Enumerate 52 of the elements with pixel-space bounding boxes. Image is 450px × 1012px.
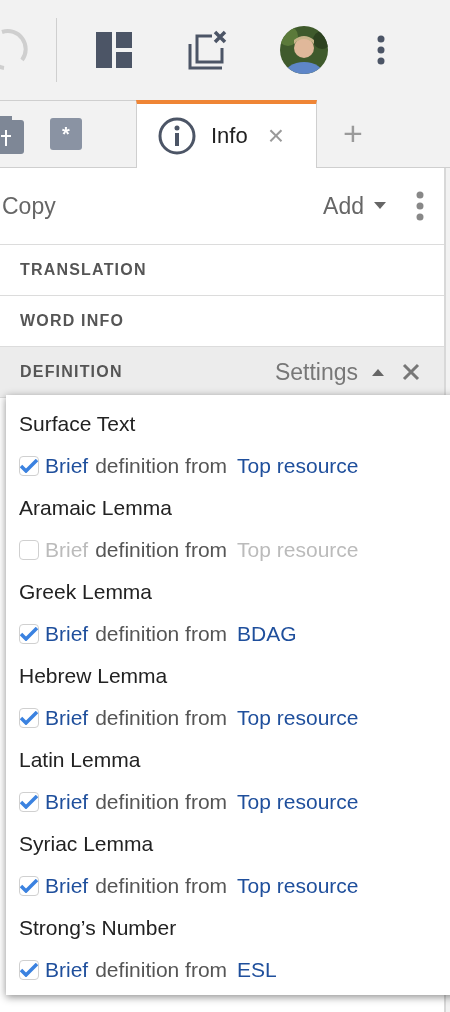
source-link[interactable]: Top resource	[237, 706, 359, 730]
caret-icon[interactable]	[374, 202, 386, 210]
option-label: definition from	[95, 538, 228, 562]
option-label: definition from	[95, 706, 228, 730]
brief-label: Brief	[45, 454, 89, 478]
checkbox[interactable]	[19, 708, 39, 728]
caret-icon[interactable]	[372, 368, 384, 376]
section-title: TRANSLATION	[20, 261, 148, 279]
source-link[interactable]: ESL	[237, 958, 277, 982]
copy-button[interactable]: Copy	[2, 192, 56, 220]
menu-heading: Hebrew Lemma	[19, 663, 168, 689]
close-icon[interactable]	[402, 363, 420, 381]
layout-icon[interactable]	[96, 32, 132, 68]
checkbox[interactable]	[19, 456, 39, 476]
source-link[interactable]: Top resource	[237, 874, 359, 898]
brief-label: Brief	[45, 790, 89, 814]
menu-heading: Greek Lemma	[19, 579, 153, 605]
menu-heading: Latin Lemma	[19, 747, 141, 773]
option-label: definition from	[95, 958, 228, 982]
menu-heading: Syriac Lemma	[19, 831, 154, 857]
info-tab[interactable]: Info ×	[136, 100, 317, 168]
menu-heading: Strong’s Number	[19, 915, 177, 941]
checkbox[interactable]	[19, 960, 39, 980]
brief-label: Brief	[45, 706, 89, 730]
checkbox[interactable]	[19, 540, 39, 560]
source-link[interactable]: Top resource	[237, 790, 359, 814]
section-title: WORD INFO	[20, 312, 126, 330]
tab-label: Info	[211, 123, 248, 149]
option-label: definition from	[95, 874, 228, 898]
brief-label: Brief	[45, 874, 89, 898]
clipboard-icon[interactable]	[0, 114, 24, 154]
settings-button[interactable]: Settings	[274, 358, 358, 386]
checkbox[interactable]	[19, 792, 39, 812]
checkbox[interactable]	[19, 876, 39, 896]
info-icon	[157, 116, 197, 156]
section-header[interactable]: DEFINITION Settings	[0, 347, 444, 398]
source-link[interactable]: Top resource	[237, 454, 359, 478]
option-label: definition from	[95, 454, 228, 478]
menu-heading: Surface Text	[19, 411, 136, 437]
option-label: definition from	[95, 622, 228, 646]
brief-label: Brief	[45, 958, 89, 982]
brief-label: Brief	[45, 622, 89, 646]
option-label: definition from	[95, 790, 228, 814]
more-icon[interactable]	[377, 35, 385, 65]
menu-heading: Aramaic Lemma	[19, 495, 172, 521]
section-title: DEFINITION	[20, 363, 124, 381]
checkbox[interactable]	[19, 624, 39, 644]
close-windows-icon[interactable]	[188, 30, 228, 70]
add-button[interactable]: Add	[323, 192, 386, 220]
source-link[interactable]: BDAG	[237, 622, 297, 646]
brief-label: Brief	[45, 538, 89, 562]
more-icon[interactable]	[416, 191, 424, 221]
